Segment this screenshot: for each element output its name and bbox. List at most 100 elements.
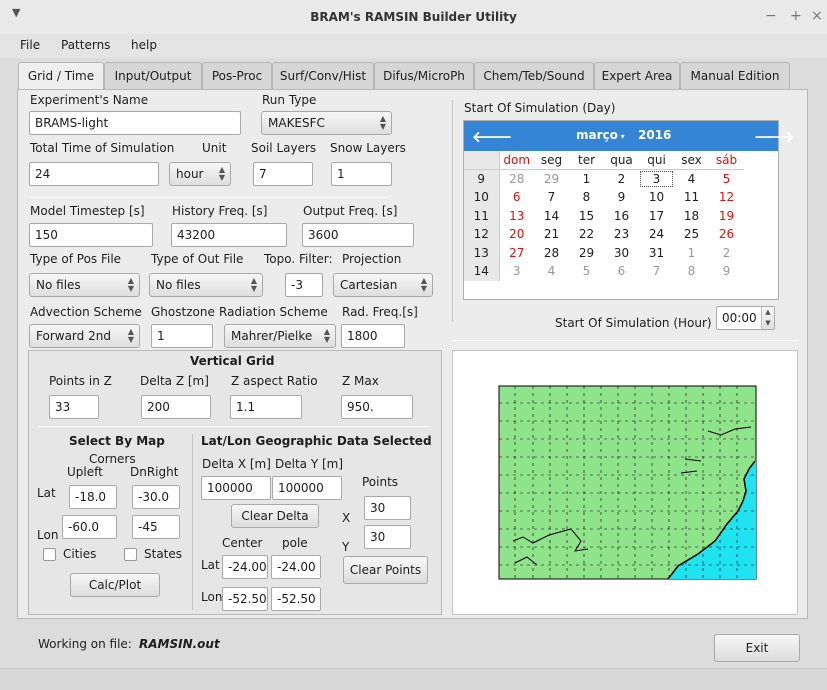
points-z-input[interactable]: 33 (49, 395, 99, 419)
calc-plot-button[interactable]: Calc/Plot (70, 573, 160, 597)
lat-upleft-input[interactable]: -18.0 (69, 485, 117, 509)
calendar-day[interactable]: 15 (569, 207, 604, 226)
tab-pos-proc[interactable]: Pos-Proc (202, 62, 272, 90)
calendar-day[interactable]: 1 (674, 244, 709, 263)
menu-file[interactable]: File (20, 38, 40, 52)
tab-manual-edition[interactable]: Manual Edition (680, 62, 790, 90)
tab-chem-teb-sound[interactable]: Chem/Teb/Sound (474, 62, 594, 90)
calendar-day[interactable]: 14 (534, 207, 569, 226)
lat-center-input[interactable]: -24.00 (222, 555, 268, 579)
history-freq-input[interactable]: 43200 (171, 223, 287, 247)
calendar-day[interactable]: 7 (534, 188, 569, 207)
calendar-day[interactable]: 4 (674, 170, 709, 189)
close-button[interactable]: × (811, 8, 823, 24)
calendar-day[interactable]: 4 (534, 262, 569, 281)
prev-month-icon[interactable]: 🡐 (472, 127, 512, 146)
calendar-day-selected[interactable]: 3 (639, 170, 674, 189)
points-y-input[interactable]: 30 (364, 525, 411, 549)
calendar-day[interactable]: 11 (674, 188, 709, 207)
maximize-button[interactable]: + (790, 8, 802, 24)
next-month-icon[interactable]: 🡒 (754, 127, 794, 146)
calendar-day[interactable]: 24 (639, 225, 674, 244)
lon-dnright-input[interactable]: -45 (132, 515, 180, 539)
calendar-day[interactable]: 6 (604, 262, 639, 281)
radiation-select[interactable]: Mahrer/Pielke ▲ ▼ (224, 324, 336, 348)
exit-button[interactable]: Exit (714, 634, 800, 662)
calendar-day[interactable]: 27 (499, 244, 534, 263)
clear-delta-button[interactable]: Clear Delta (231, 504, 319, 528)
menu-patterns[interactable]: Patterns (61, 38, 110, 52)
calendar-day[interactable]: 2 (604, 170, 639, 189)
delta-x-input[interactable]: 100000 (201, 476, 271, 500)
tab-input-output[interactable]: Input/Output (104, 62, 202, 90)
calendar-day[interactable]: 8 (569, 188, 604, 207)
topo-filter-input[interactable]: -3 (285, 273, 323, 297)
lon-center-input[interactable]: -52.50 (222, 587, 268, 611)
tab-expert-area[interactable]: Expert Area (594, 62, 680, 90)
calendar-day[interactable]: 5 (569, 262, 604, 281)
z-aspect-input[interactable]: 1.1 (230, 395, 302, 419)
out-file-select[interactable]: No files ▲ ▼ (149, 273, 263, 297)
total-time-input[interactable]: 24 (29, 162, 159, 186)
lat-pole-input[interactable]: -24.00 (271, 555, 321, 579)
delta-z-input[interactable]: 200 (141, 395, 211, 419)
calendar-day[interactable]: 23 (604, 225, 639, 244)
clear-points-button[interactable]: Clear Points (343, 556, 428, 584)
tab-surf-conv-hist[interactable]: Surf/Conv/Hist (272, 62, 374, 90)
calendar-day[interactable]: 22 (569, 225, 604, 244)
spin-arrows-icon[interactable]: ▲ ▼ (761, 307, 774, 329)
run-type-select[interactable]: MAKESFC ▲ ▼ (261, 111, 392, 135)
calendar-day[interactable]: 18 (674, 207, 709, 226)
tab-difus-microph[interactable]: Difus/MicroPh (374, 62, 474, 90)
rad-freq-input[interactable]: 1800 (341, 324, 405, 348)
calendar-day[interactable]: 20 (499, 225, 534, 244)
pos-file-select[interactable]: No files ▲ ▼ (29, 273, 140, 297)
calendar-day[interactable]: 9 (604, 188, 639, 207)
calendar-day[interactable]: 17 (639, 207, 674, 226)
delta-y-input[interactable]: 100000 (272, 476, 342, 500)
z-max-input[interactable]: 950. (341, 395, 413, 419)
calendar-day[interactable]: 28 (499, 170, 534, 189)
model-timestep-input[interactable]: 150 (29, 223, 153, 247)
lon-pole-input[interactable]: -52.50 (271, 587, 321, 611)
calendar-day[interactable]: 7 (639, 262, 674, 281)
cities-checkbox[interactable] (43, 548, 56, 561)
projection-select[interactable]: Cartesian ▲ ▼ (333, 273, 433, 297)
calendar-day[interactable]: 5 (709, 170, 744, 189)
calendar-day[interactable]: 21 (534, 225, 569, 244)
lat-dnright-input[interactable]: -30.0 (132, 485, 180, 509)
calendar-day[interactable]: 12 (709, 188, 744, 207)
calendar-day[interactable]: 2 (709, 244, 744, 263)
unit-select[interactable]: hour ▲ ▼ (169, 162, 231, 186)
calendar-day[interactable]: 10 (639, 188, 674, 207)
calendar-day[interactable]: 28 (534, 244, 569, 263)
tab-grid-time[interactable]: Grid / Time (18, 62, 104, 91)
ghostzone-input[interactable]: 1 (151, 324, 213, 348)
advection-select[interactable]: Forward 2nd ▲ ▼ (29, 324, 140, 348)
calendar-day[interactable]: 31 (639, 244, 674, 263)
soil-layers-input[interactable]: 7 (253, 162, 313, 186)
output-freq-input[interactable]: 3600 (302, 223, 414, 247)
start-hour-input[interactable]: 00:00 ▲ ▼ (716, 306, 775, 330)
calendar-day[interactable]: 9 (709, 262, 744, 281)
minimize-button[interactable]: − (765, 8, 777, 24)
calendar-day[interactable]: 3 (499, 262, 534, 281)
calendar-day[interactable]: 25 (674, 225, 709, 244)
calendar-day[interactable]: 30 (604, 244, 639, 263)
calendar-day[interactable]: 16 (604, 207, 639, 226)
states-checkbox[interactable] (124, 548, 137, 561)
lon-upleft-input[interactable]: -60.0 (62, 515, 117, 539)
calendar-day[interactable]: 6 (499, 188, 534, 207)
calendar-day[interactable]: 1 (569, 170, 604, 189)
calendar-day[interactable]: 29 (534, 170, 569, 189)
calendar-year[interactable]: 2016 (638, 128, 671, 142)
menu-help[interactable]: help (131, 38, 157, 52)
snow-layers-input[interactable]: 1 (331, 162, 392, 186)
calendar-day[interactable]: 29 (569, 244, 604, 263)
calendar-day[interactable]: 19 (709, 207, 744, 226)
calendar-day[interactable]: 8 (674, 262, 709, 281)
calendar-day[interactable]: 26 (709, 225, 744, 244)
points-x-input[interactable]: 30 (364, 496, 411, 520)
calendar-day[interactable]: 13 (499, 207, 534, 226)
calendar-month[interactable]: março ▾ (576, 128, 625, 142)
